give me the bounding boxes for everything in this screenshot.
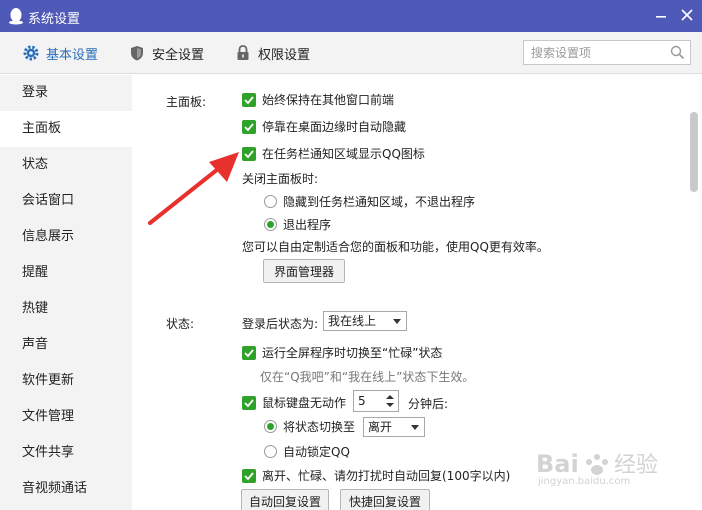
checkbox-always-on-top[interactable]: 始终保持在其他窗口前端 [242, 91, 394, 108]
annotation-arrow-icon [148, 152, 239, 225]
radio-button[interactable] [264, 195, 277, 208]
chevron-down-icon [411, 425, 419, 430]
shield-icon [131, 46, 143, 61]
close-panel-title: 关闭主面板时: [242, 172, 319, 186]
fullscreen-note: 仅在“Q我吧”和“我在线上”状态下生效。 [260, 370, 475, 384]
checkbox-checked[interactable] [242, 345, 256, 360]
customize-note: 您可以自由定制适合您的面板和功能，使用QQ更有效率。 [242, 240, 549, 254]
sidebar-item-main-panel[interactable]: 主面板 [0, 111, 132, 147]
checkbox-checked[interactable] [242, 92, 256, 107]
radio-button-selected[interactable] [264, 218, 277, 231]
search-input[interactable] [524, 41, 664, 64]
tab-security-settings[interactable]: 安全设置 [128, 32, 204, 74]
window-title: 系统设置 [28, 12, 81, 27]
sidebar-item-login[interactable]: 登录 [0, 75, 132, 111]
sidebar-item-software-update[interactable]: 软件更新 [0, 363, 132, 399]
section-label-status: 状态: [166, 317, 195, 331]
lock-icon [237, 45, 249, 60]
minimize-icon[interactable] [652, 6, 670, 24]
select-value: 我在线上 [328, 314, 377, 328]
quick-reply-settings-button[interactable]: 快捷回复设置 [340, 489, 430, 510]
tab-basic-settings[interactable]: 基本设置 [22, 32, 98, 74]
auto-reply-settings-button[interactable]: 自动回复设置 [241, 489, 329, 510]
tab-permission-settings[interactable]: 权限设置 [234, 32, 310, 74]
sidebar-item-file-sharing[interactable]: 文件共享 [0, 435, 132, 471]
switch-status-select[interactable]: 离开 [363, 417, 425, 437]
checkbox-checked[interactable] [242, 468, 256, 483]
radio-button-selected[interactable] [264, 420, 277, 433]
watermark-url: jingyan.baidu.com [538, 476, 631, 487]
title-bar: 系统设置 [0, 0, 702, 32]
idle-unit-label: 分钟后: [408, 397, 449, 411]
sidebar-item-info-display[interactable]: 信息展示 [0, 219, 132, 255]
radio-label: 隐藏到任务栏通知区域，不退出程序 [283, 195, 476, 209]
radio-auto-lock[interactable]: 自动锁定QQ [264, 443, 350, 460]
settings-content: 主面板: 始终保持在其他窗口前端 停靠在桌面边缘时自动隐藏 在任务栏通知区域显示… [132, 75, 686, 510]
radio-close-hide[interactable]: 隐藏到任务栏通知区域，不退出程序 [264, 193, 475, 210]
after-login-label: 登录后状态为: [242, 317, 319, 331]
sidebar-item-av-calls[interactable]: 音视频通话 [0, 471, 132, 507]
qq-penguin-icon [9, 8, 23, 25]
checkbox-label: 始终保持在其他窗口前端 [262, 93, 395, 107]
section-label-main-panel: 主面板: [166, 95, 207, 109]
sidebar-item-reminders[interactable]: 提醒 [0, 255, 132, 291]
checkbox-label: 离开、忙碌、请勿打扰时自动回复(100字以内) [262, 469, 511, 483]
checkbox-label: 在任务栏通知区域显示QQ图标 [262, 147, 425, 161]
search-box[interactable] [523, 40, 691, 65]
radio-close-exit[interactable]: 退出程序 [264, 216, 331, 233]
svg-text:Bai: Bai [536, 450, 579, 478]
settings-toolbar: 基本设置 安全设置 权限设置 [0, 32, 702, 74]
gear-icon [23, 45, 39, 61]
sidebar-item-hotkeys[interactable]: 热键 [0, 291, 132, 327]
sidebar-item-file-management[interactable]: 文件管理 [0, 399, 132, 435]
checkbox-show-tray-icon[interactable]: 在任务栏通知区域显示QQ图标 [242, 145, 425, 162]
radio-switch-status[interactable]: 将状态切换至 [264, 418, 355, 435]
stepper-value: 5 [358, 394, 366, 408]
radio-label: 退出程序 [283, 218, 332, 232]
checkbox-label: 运行全屏程序时切换至“忙碌”状态 [262, 346, 443, 360]
sidebar-item-status[interactable]: 状态 [0, 147, 132, 183]
chevron-down-icon [393, 319, 401, 324]
checkbox-checked[interactable] [242, 395, 256, 410]
tab-label: 基本设置 [46, 47, 99, 63]
sidebar-item-chat-window[interactable]: 会话窗口 [0, 183, 132, 219]
checkbox-idle[interactable]: 鼠标键盘无动作 [242, 394, 346, 411]
idle-minutes-stepper[interactable]: 5 [353, 390, 399, 412]
after-login-status-select[interactable]: 我在线上 [323, 311, 407, 331]
svg-text:经验: 经验 [614, 453, 658, 478]
stepper-up-icon[interactable] [386, 395, 394, 399]
scrollbar-thumb[interactable] [690, 112, 698, 192]
checkbox-checked[interactable] [242, 119, 256, 134]
checkbox-label: 停靠在桌面边缘时自动隐藏 [262, 120, 407, 134]
tab-label: 安全设置 [152, 47, 205, 63]
close-icon[interactable] [678, 6, 696, 24]
radio-label: 将状态切换至 [283, 420, 356, 434]
sidebar-item-sound[interactable]: 声音 [0, 327, 132, 363]
checkbox-auto-reply[interactable]: 离开、忙碌、请勿打扰时自动回复(100字以内) [242, 467, 510, 484]
stepper-down-icon[interactable] [386, 403, 394, 407]
tab-label: 权限设置 [258, 47, 311, 63]
checkbox-label: 鼠标键盘无动作 [262, 396, 347, 410]
radio-button[interactable] [264, 445, 277, 458]
checkbox-auto-hide[interactable]: 停靠在桌面边缘时自动隐藏 [242, 118, 406, 135]
radio-label: 自动锁定QQ [283, 445, 350, 459]
interface-manager-button[interactable]: 界面管理器 [263, 259, 345, 283]
settings-sidebar: 登录 主面板 状态 会话窗口 信息展示 提醒 热键 声音 软件更新 文件管理 文… [0, 75, 132, 510]
select-value: 离开 [368, 420, 393, 434]
checkbox-fullscreen-busy[interactable]: 运行全屏程序时切换至“忙碌”状态 [242, 344, 442, 361]
search-icon[interactable] [669, 44, 686, 61]
